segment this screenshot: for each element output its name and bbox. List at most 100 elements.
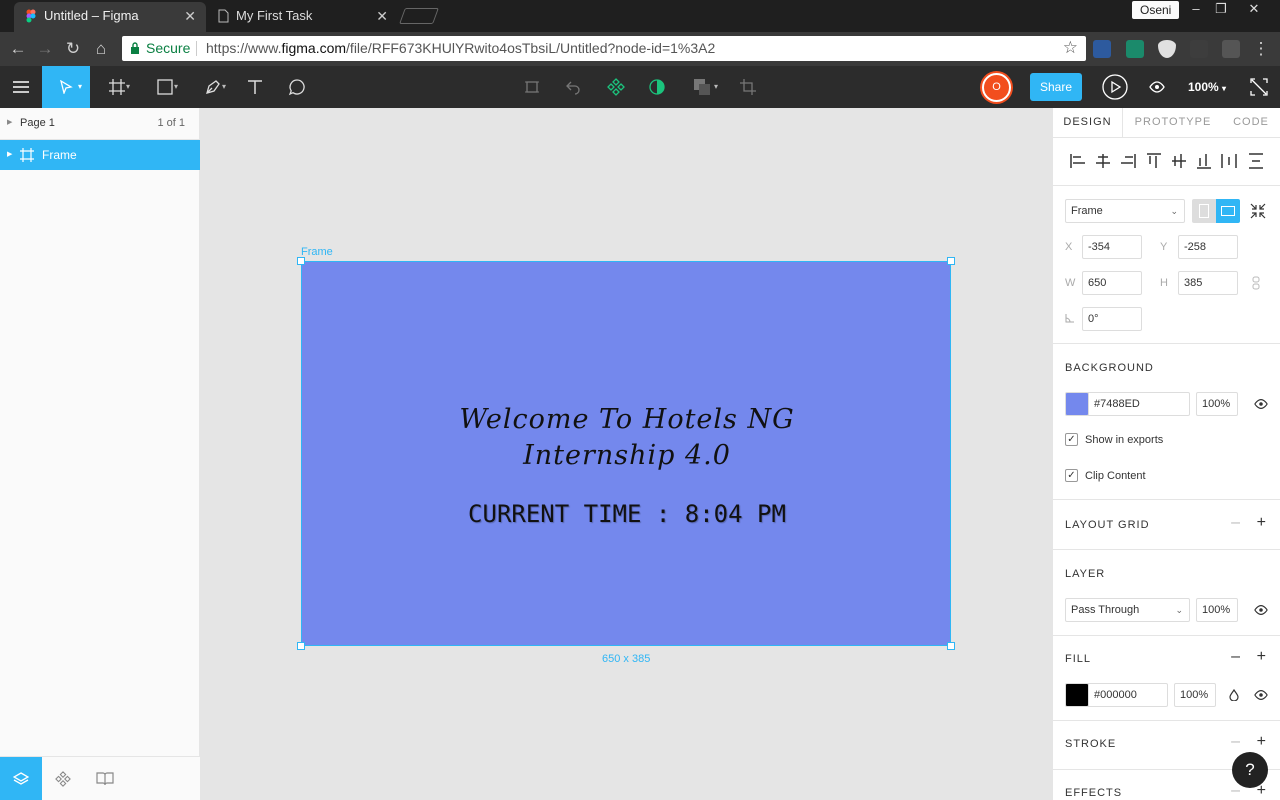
- extension-icon[interactable]: [1093, 40, 1111, 58]
- fill-opacity-input[interactable]: 100%: [1174, 683, 1216, 707]
- fit-screen-button[interactable]: [1238, 66, 1280, 108]
- layer-opacity-input[interactable]: 100%: [1196, 598, 1238, 622]
- expand-arrow-icon[interactable]: ▶: [7, 108, 12, 138]
- resize-handle-top-right[interactable]: [947, 257, 955, 265]
- blend-drop-icon[interactable]: [1229, 689, 1239, 701]
- fill-color-swatch[interactable]: [1065, 683, 1089, 707]
- landscape-toggle[interactable]: [1216, 199, 1240, 223]
- remove-fill-icon[interactable]: –: [1231, 648, 1240, 666]
- help-button[interactable]: ?: [1232, 752, 1268, 788]
- align-horizontal-center-icon[interactable]: [1094, 152, 1112, 170]
- align-left-icon[interactable]: [1069, 152, 1087, 170]
- forward-icon[interactable]: →: [34, 38, 56, 60]
- close-tab-icon[interactable]: ✕: [184, 2, 196, 30]
- clip-content-checkbox[interactable]: ✓: [1065, 469, 1078, 482]
- frame-preset-select[interactable]: Frame ⌄: [1065, 199, 1185, 223]
- text-tool[interactable]: [234, 66, 276, 108]
- mask-tool[interactable]: [636, 66, 678, 108]
- add-stroke-icon[interactable]: +: [1257, 733, 1266, 751]
- layer-item-frame[interactable]: ▶ Frame: [0, 140, 200, 170]
- expand-arrow-icon[interactable]: ▶: [7, 140, 12, 170]
- width-input[interactable]: 650: [1082, 271, 1142, 295]
- add-fill-icon[interactable]: +: [1257, 648, 1266, 666]
- pen-tool[interactable]: ▾: [192, 66, 234, 108]
- home-icon[interactable]: ⌂: [90, 38, 112, 60]
- shield-icon[interactable]: [1158, 40, 1176, 58]
- user-avatar[interactable]: O: [982, 73, 1011, 102]
- x-input[interactable]: -354: [1082, 235, 1142, 259]
- eye-icon[interactable]: [1254, 603, 1268, 617]
- restore-icon[interactable]: ❐: [1208, 0, 1234, 18]
- extension-icon[interactable]: [1126, 40, 1144, 58]
- align-top-icon[interactable]: [1145, 152, 1163, 170]
- extension-icon[interactable]: [1222, 40, 1240, 58]
- remove-stroke-icon[interactable]: –: [1231, 733, 1240, 751]
- components-tab[interactable]: [42, 757, 84, 800]
- bookmark-star-icon[interactable]: ☆: [1063, 38, 1078, 58]
- eye-icon[interactable]: [1254, 688, 1268, 702]
- tab-prototype[interactable]: PROTOTYPE: [1125, 108, 1221, 138]
- welcome-text[interactable]: Welcome To Hotels NG Internship 4.0: [302, 402, 952, 474]
- back-icon[interactable]: ←: [7, 38, 29, 60]
- resize-to-fit-icon[interactable]: [1250, 203, 1266, 219]
- shape-tool[interactable]: ▾: [144, 66, 186, 108]
- blend-mode-select[interactable]: Pass Through ⌄: [1065, 598, 1190, 622]
- new-tab-button[interactable]: [399, 8, 439, 24]
- close-tab-icon[interactable]: ✕: [376, 2, 388, 30]
- distribute-vertical-icon[interactable]: [1247, 152, 1265, 170]
- page-selector[interactable]: ▶ Page 1 1 of 1: [0, 108, 200, 140]
- tab-code[interactable]: CODE: [1221, 108, 1280, 138]
- background-color-swatch[interactable]: [1065, 392, 1089, 416]
- boolean-tool[interactable]: ▾: [680, 66, 724, 108]
- comment-tool[interactable]: [276, 66, 318, 108]
- fill-section-title: FILL: [1065, 653, 1092, 665]
- remove-layout-grid-icon[interactable]: –: [1231, 514, 1240, 532]
- y-input[interactable]: -258: [1178, 235, 1238, 259]
- eye-icon[interactable]: [1254, 397, 1268, 411]
- team-library-tab[interactable]: [84, 757, 126, 800]
- align-bottom-icon[interactable]: [1195, 152, 1213, 170]
- resize-handle-bottom-left[interactable]: [297, 642, 305, 650]
- tab-figma[interactable]: Untitled – Figma ✕: [14, 2, 206, 32]
- share-button[interactable]: Share: [1030, 73, 1082, 101]
- canvas[interactable]: Frame Welcome To Hotels NG Internship 4.…: [200, 108, 1052, 800]
- present-button[interactable]: [1094, 66, 1136, 108]
- extension-icon[interactable]: [1190, 40, 1208, 58]
- zoom-dropdown[interactable]: 100% ▾: [1188, 80, 1226, 94]
- resize-handle-bottom-right[interactable]: [947, 642, 955, 650]
- frame-artboard[interactable]: Welcome To Hotels NG Internship 4.0 CURR…: [301, 261, 951, 646]
- tab-my-first-task[interactable]: My First Task ✕: [206, 2, 398, 32]
- background-hex-input[interactable]: #7488ED: [1088, 392, 1190, 416]
- create-component-tool[interactable]: [511, 66, 553, 108]
- main-menu-icon[interactable]: [0, 66, 42, 108]
- component-tool[interactable]: [595, 66, 637, 108]
- distribute-horizontal-icon[interactable]: [1220, 152, 1238, 170]
- undo-tool[interactable]: [552, 66, 594, 108]
- align-right-icon[interactable]: [1119, 152, 1137, 170]
- close-window-icon[interactable]: ✕: [1241, 0, 1267, 18]
- add-layout-grid-icon[interactable]: +: [1257, 514, 1266, 532]
- frame-name-label[interactable]: Frame: [301, 246, 333, 258]
- constrain-proportions-icon[interactable]: [1252, 276, 1260, 290]
- move-tool[interactable]: ▾: [42, 66, 90, 108]
- minimize-icon[interactable]: –: [1183, 0, 1209, 18]
- frame-tool[interactable]: ▾: [96, 66, 138, 108]
- resize-handle-top-left[interactable]: [297, 257, 305, 265]
- background-opacity-input[interactable]: 100%: [1196, 392, 1238, 416]
- crop-tool[interactable]: [727, 66, 769, 108]
- reload-icon[interactable]: ↻: [62, 38, 84, 60]
- view-settings-button[interactable]: [1136, 66, 1178, 108]
- layers-tab[interactable]: [0, 757, 42, 800]
- align-vertical-center-icon[interactable]: [1170, 152, 1188, 170]
- url-text[interactable]: https://www.figma.com/file/RFF673KHUlYRw…: [206, 40, 715, 56]
- height-input[interactable]: 385: [1178, 271, 1238, 295]
- address-bar[interactable]: Secure https://www.figma.com/file/RFF673…: [122, 36, 1086, 61]
- tab-design[interactable]: DESIGN: [1053, 108, 1123, 138]
- profile-button[interactable]: Oseni: [1132, 1, 1180, 19]
- show-in-exports-checkbox[interactable]: ✓: [1065, 433, 1078, 446]
- current-time-text[interactable]: CURRENT TIME : 8:04 PM: [302, 500, 952, 528]
- fill-hex-input[interactable]: #000000: [1088, 683, 1168, 707]
- portrait-toggle[interactable]: [1192, 199, 1216, 223]
- menu-kebab-icon[interactable]: ⋮: [1250, 38, 1272, 60]
- rotation-input[interactable]: 0°: [1082, 307, 1142, 331]
